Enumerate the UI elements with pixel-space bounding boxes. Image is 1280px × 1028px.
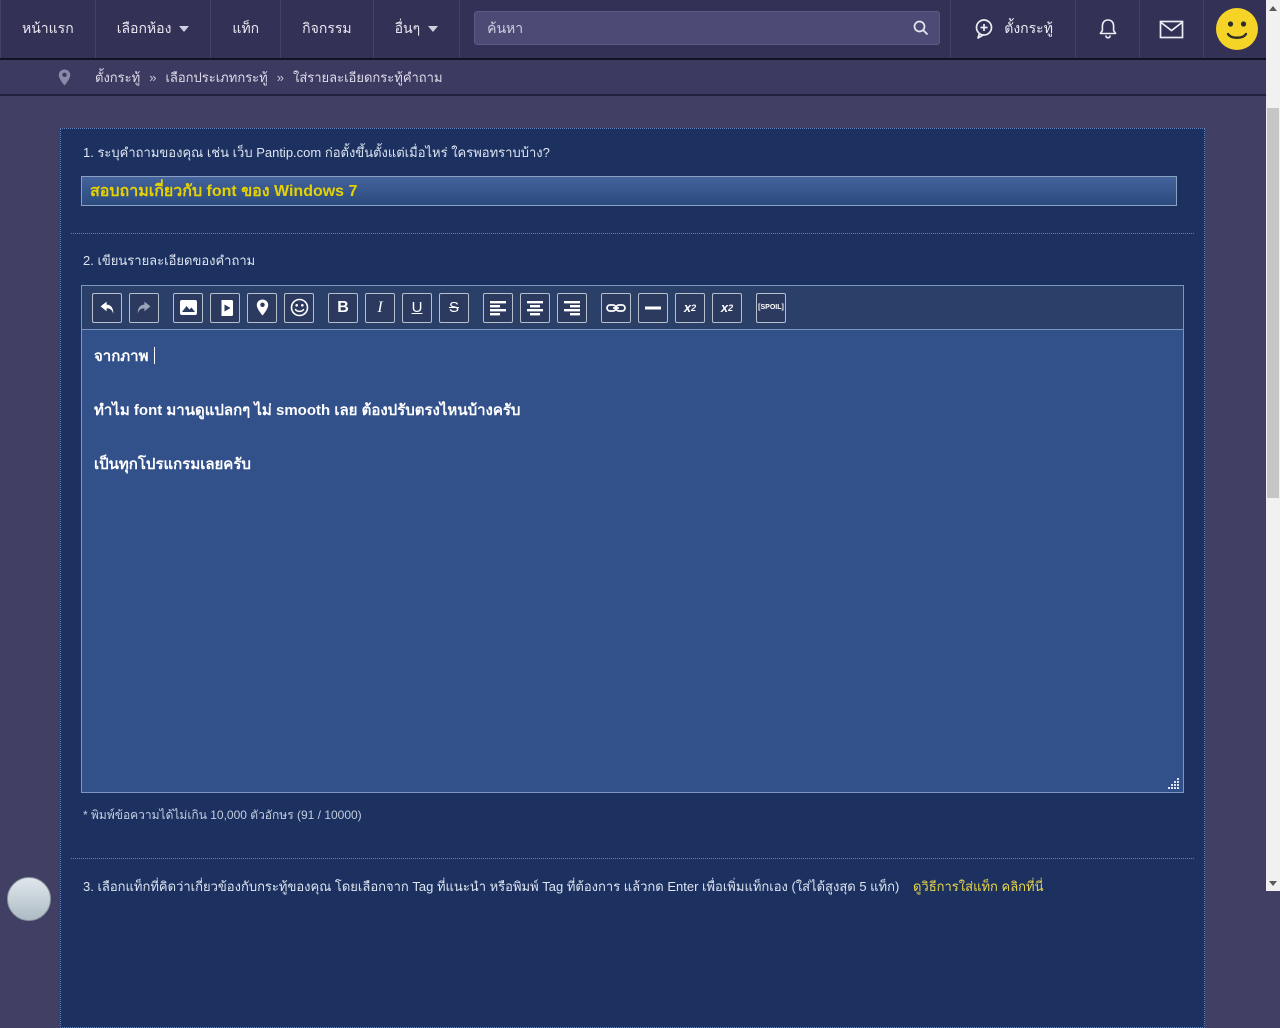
strikethrough-button[interactable]: S xyxy=(439,292,469,323)
bold-button[interactable]: B xyxy=(328,292,358,323)
undo-button[interactable] xyxy=(92,292,122,323)
user-avatar[interactable] xyxy=(1203,0,1270,58)
nav-item-label: กิจกรรม xyxy=(302,20,352,36)
question-title-label: 1. ระบุคำถามของคุณ เช่น เว็บ Pantip.com … xyxy=(83,145,550,160)
spoiler-button[interactable]: [SPOIL] xyxy=(756,292,786,323)
insert-video-button[interactable] xyxy=(210,292,240,323)
notifications-button[interactable] xyxy=(1075,0,1139,58)
nav-item-more[interactable]: อื่นๆ xyxy=(374,0,461,58)
nav-item-activities[interactable]: กิจกรรม xyxy=(281,0,374,58)
messages-button[interactable] xyxy=(1139,0,1203,58)
italic-button[interactable]: I xyxy=(365,292,395,323)
search-box xyxy=(474,11,941,47)
tag-help-link[interactable]: ดูวิธีการใส่แท็ก คลิกที่นี่ xyxy=(913,879,1044,894)
horizontal-rule-icon xyxy=(645,306,661,310)
subscript-mark: 2 xyxy=(728,302,734,313)
emoticon-icon xyxy=(290,298,309,317)
page: หน้าแรก เลือกห้อง แท็ก กิจกรรม อื่นๆ ค้น… xyxy=(0,0,1280,1028)
horizontal-rule-button[interactable] xyxy=(638,292,668,323)
text-cursor xyxy=(153,347,155,364)
resize-grip-icon[interactable] xyxy=(1168,777,1181,790)
question-details-label: 2. เขียนรายละเอียดของคำถาม xyxy=(83,253,256,268)
editor-line xyxy=(94,370,1171,397)
main-nav: หน้าแรก เลือกห้อง แท็ก กิจกรรม อื่นๆ xyxy=(0,0,461,58)
breadcrumb-separator: » xyxy=(276,69,284,85)
nav-item-tags[interactable]: แท็ก xyxy=(211,0,282,58)
new-topic-icon xyxy=(973,18,995,40)
topic-title-input[interactable] xyxy=(81,176,1177,206)
breadcrumb-item-topic-type[interactable]: เลือกประเภทกระทู้ xyxy=(165,67,267,88)
nav-item-label: อื่นๆ xyxy=(394,20,421,36)
rich-text-editor: B I U S x 2 x 2 [SPOIL] จากภาพ ทำไม font… xyxy=(81,285,1184,793)
scroll-down-arrow[interactable] xyxy=(1266,875,1280,891)
breadcrumb-item-topic-details: ใส่รายละเอียดกระทู้คำถาม xyxy=(292,69,443,85)
breadcrumb-item-new-topic[interactable]: ตั้งกระทู้ xyxy=(95,67,140,88)
underline-button[interactable]: U xyxy=(402,292,432,323)
chevron-down-icon xyxy=(428,26,439,32)
nav-item-label: แท็ก xyxy=(232,20,260,36)
redo-icon xyxy=(135,299,153,317)
location-pin-icon xyxy=(58,69,71,86)
smiley-avatar-icon xyxy=(1215,7,1259,51)
tag-section-row: 3. เลือกแท็กที่คิดว่าเกี่ยวข้องกับกระทู้… xyxy=(83,876,1044,897)
insert-image-button[interactable] xyxy=(173,292,203,323)
new-topic-form-panel: 1. ระบุคำถามของคุณ เช่น เว็บ Pantip.com … xyxy=(60,128,1205,1028)
nav-item-label: เลือกห้อง xyxy=(116,20,172,36)
editor-line: ทำไม font มานดูแปลกๆ ไม่ smooth เลย ต้อง… xyxy=(94,402,521,419)
search-icon[interactable] xyxy=(912,19,930,37)
map-pin-icon xyxy=(256,299,269,316)
section-divider xyxy=(71,858,1194,859)
insert-emoticon-button[interactable] xyxy=(284,292,314,323)
mail-icon xyxy=(1159,20,1184,39)
editor-toolbar: B I U S x 2 x 2 [SPOIL] xyxy=(82,286,1183,330)
video-icon xyxy=(217,299,234,317)
character-counter: * พิมพ์ข้อความได้ไม่เกิน 10,000 ตัวอักษร… xyxy=(83,808,362,822)
undo-icon xyxy=(98,299,116,317)
image-icon xyxy=(179,299,198,316)
superscript-mark: 2 xyxy=(691,302,697,313)
scrollbar-thumb[interactable] xyxy=(1267,108,1279,498)
editor-line: เป็นทุกโปรแกรมเลยครับ xyxy=(94,456,251,473)
subscript-button[interactable]: x2 xyxy=(712,292,742,323)
chevron-down-icon xyxy=(179,26,190,32)
editor-line xyxy=(94,424,1171,451)
page-scrollbar[interactable] xyxy=(1266,0,1280,891)
align-center-icon xyxy=(526,300,544,316)
align-left-button[interactable] xyxy=(483,292,513,323)
nav-item-home[interactable]: หน้าแรก xyxy=(0,0,96,58)
breadcrumb-separator: » xyxy=(149,69,157,85)
align-center-button[interactable] xyxy=(520,292,550,323)
bell-icon xyxy=(1097,17,1119,41)
insert-location-button[interactable] xyxy=(247,292,277,323)
search-input[interactable] xyxy=(474,11,941,45)
section-divider xyxy=(71,233,1194,234)
superscript-button[interactable]: x2 xyxy=(675,292,705,323)
editor-line: จากภาพ xyxy=(94,343,1171,370)
align-left-icon xyxy=(489,300,507,316)
align-right-icon xyxy=(563,300,581,316)
top-navigation-bar: หน้าแรก เลือกห้อง แท็ก กิจกรรม อื่นๆ ค้น… xyxy=(0,0,1266,60)
tag-section-label: 3. เลือกแท็กที่คิดว่าเกี่ยวข้องกับกระทู้… xyxy=(83,879,900,894)
back-to-top-button[interactable] xyxy=(7,877,51,921)
top-actions: ตั้งกระทู้ xyxy=(950,0,1270,58)
nav-item-rooms[interactable]: เลือกห้อง xyxy=(96,0,212,58)
new-topic-button[interactable]: ตั้งกระทู้ xyxy=(950,0,1075,58)
breadcrumb: ตั้งกระทู้ » เลือกประเภทกระทู้ » ใส่รายล… xyxy=(0,60,1266,96)
insert-link-button[interactable] xyxy=(601,292,631,323)
nav-item-label: หน้าแรก xyxy=(22,20,74,36)
link-icon xyxy=(606,302,626,314)
new-topic-label: ตั้งกระทู้ xyxy=(1004,20,1053,36)
scroll-up-arrow[interactable] xyxy=(1266,0,1280,16)
align-right-button[interactable] xyxy=(557,292,587,323)
redo-button[interactable] xyxy=(129,292,159,323)
editor-content-area[interactable]: จากภาพ ทำไม font มานดูแปลกๆ ไม่ smooth เ… xyxy=(82,330,1183,792)
